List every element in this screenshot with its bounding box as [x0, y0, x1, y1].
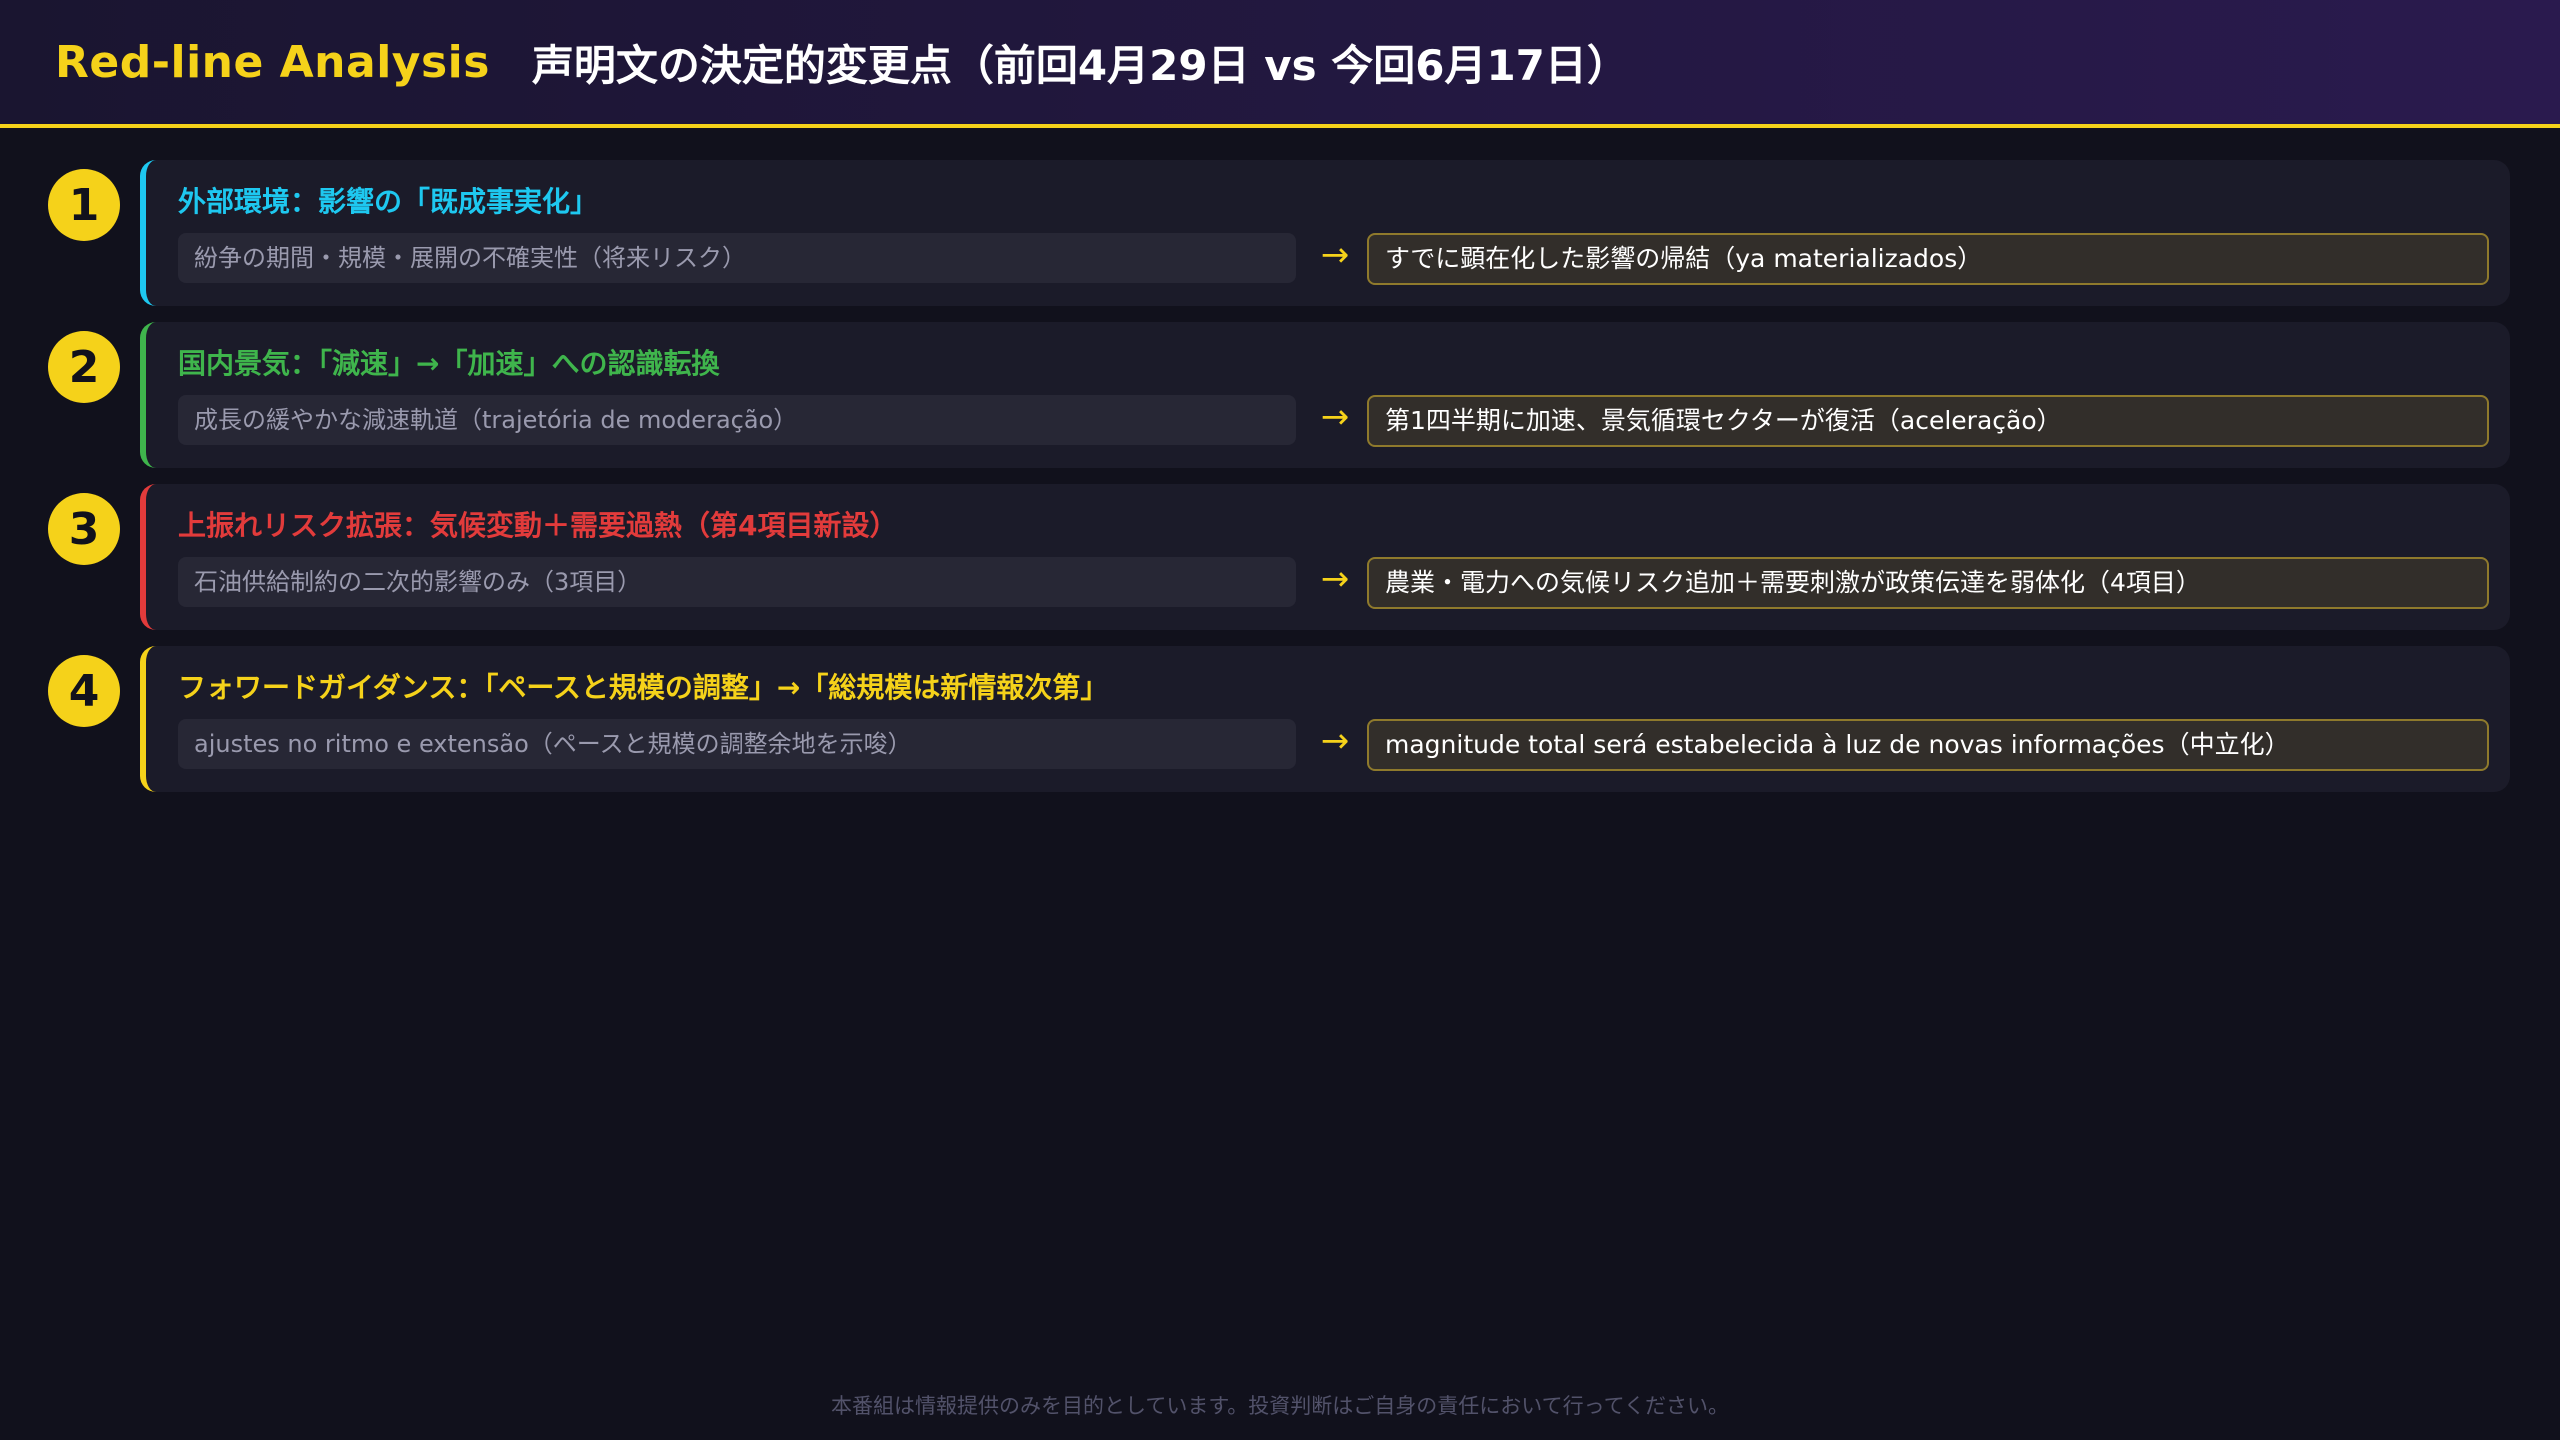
brand-label: Red-line Analysis [55, 36, 490, 88]
number-badge: 3 [48, 493, 120, 565]
change-row-4: 4 フォワードガイダンス：「ペースと規模の調整」→「総規模は新情報次第」 aju… [0, 646, 2560, 792]
before-text: ajustes no ritmo e extensão（ペースと規模の調整余地を… [178, 719, 1296, 769]
after-text: すでに顕在化した影響の帰結（ya materializados） [1367, 233, 2489, 285]
arrow-right-icon: → [1320, 559, 1350, 599]
change-heading: フォワードガイダンス：「ペースと規模の調整」→「総規模は新情報次第」 [178, 671, 1109, 704]
before-text: 成長の緩やかな減速軌道（trajetória de moderação） [178, 395, 1296, 445]
disclaimer: 本番組は情報提供のみを目的としています。投資判断はご自身の責任において行ってくだ… [831, 1394, 1729, 1418]
change-card: 外部環境：影響の「既成事実化」 紛争の期間・規模・展開の不確実性（将来リスク） … [140, 160, 2510, 306]
before-text: 紛争の期間・規模・展開の不確実性（将来リスク） [178, 233, 1296, 283]
after-text: magnitude total será estabelecida à luz … [1367, 719, 2489, 771]
change-card: 上振れリスク拡張：気候変動＋需要過熱（第4項目新設） 石油供給制約の二次的影響の… [140, 484, 2510, 630]
number-badge: 2 [48, 331, 120, 403]
arrow-right-icon: → [1320, 721, 1350, 761]
arrow-right-icon: → [1320, 397, 1350, 437]
page-title: 声明文の決定的変更点（前回4月29日 vs 今回6月17日） [531, 40, 1629, 90]
arrow-right-icon: → [1320, 235, 1350, 275]
change-list: 1 外部環境：影響の「既成事実化」 紛争の期間・規模・展開の不確実性（将来リスク… [0, 160, 2560, 808]
change-row-3: 3 上振れリスク拡張：気候変動＋需要過熱（第4項目新設） 石油供給制約の二次的影… [0, 484, 2560, 630]
change-card: 国内景気：「減速」→「加速」への認識転換 成長の緩やかな減速軌道（trajetó… [140, 322, 2510, 468]
number-badge: 1 [48, 169, 120, 241]
change-row-1: 1 外部環境：影響の「既成事実化」 紛争の期間・規模・展開の不確実性（将来リスク… [0, 160, 2560, 306]
after-text: 農業・電力への気候リスク追加＋需要刺激が政策伝達を弱体化（4項目） [1367, 557, 2489, 609]
change-heading: 外部環境：影響の「既成事実化」 [178, 185, 599, 218]
change-heading: 上振れリスク拡張：気候変動＋需要過熱（第4項目新設） [178, 509, 898, 542]
number-badge: 4 [48, 655, 120, 727]
change-heading: 国内景気：「減速」→「加速」への認識転換 [178, 347, 720, 380]
after-text: 第1四半期に加速、景気循環セクターが復活（aceleração） [1367, 395, 2489, 447]
slide: Red-line Analysis 声明文の決定的変更点（前回4月29日 vs … [0, 0, 2560, 1440]
header-bar: Red-line Analysis 声明文の決定的変更点（前回4月29日 vs … [0, 0, 2560, 128]
before-text: 石油供給制約の二次的影響のみ（3項目） [178, 557, 1296, 607]
change-row-2: 2 国内景気：「減速」→「加速」への認識転換 成長の緩やかな減速軌道（traje… [0, 322, 2560, 468]
change-card: フォワードガイダンス：「ペースと規模の調整」→「総規模は新情報次第」 ajust… [140, 646, 2510, 792]
